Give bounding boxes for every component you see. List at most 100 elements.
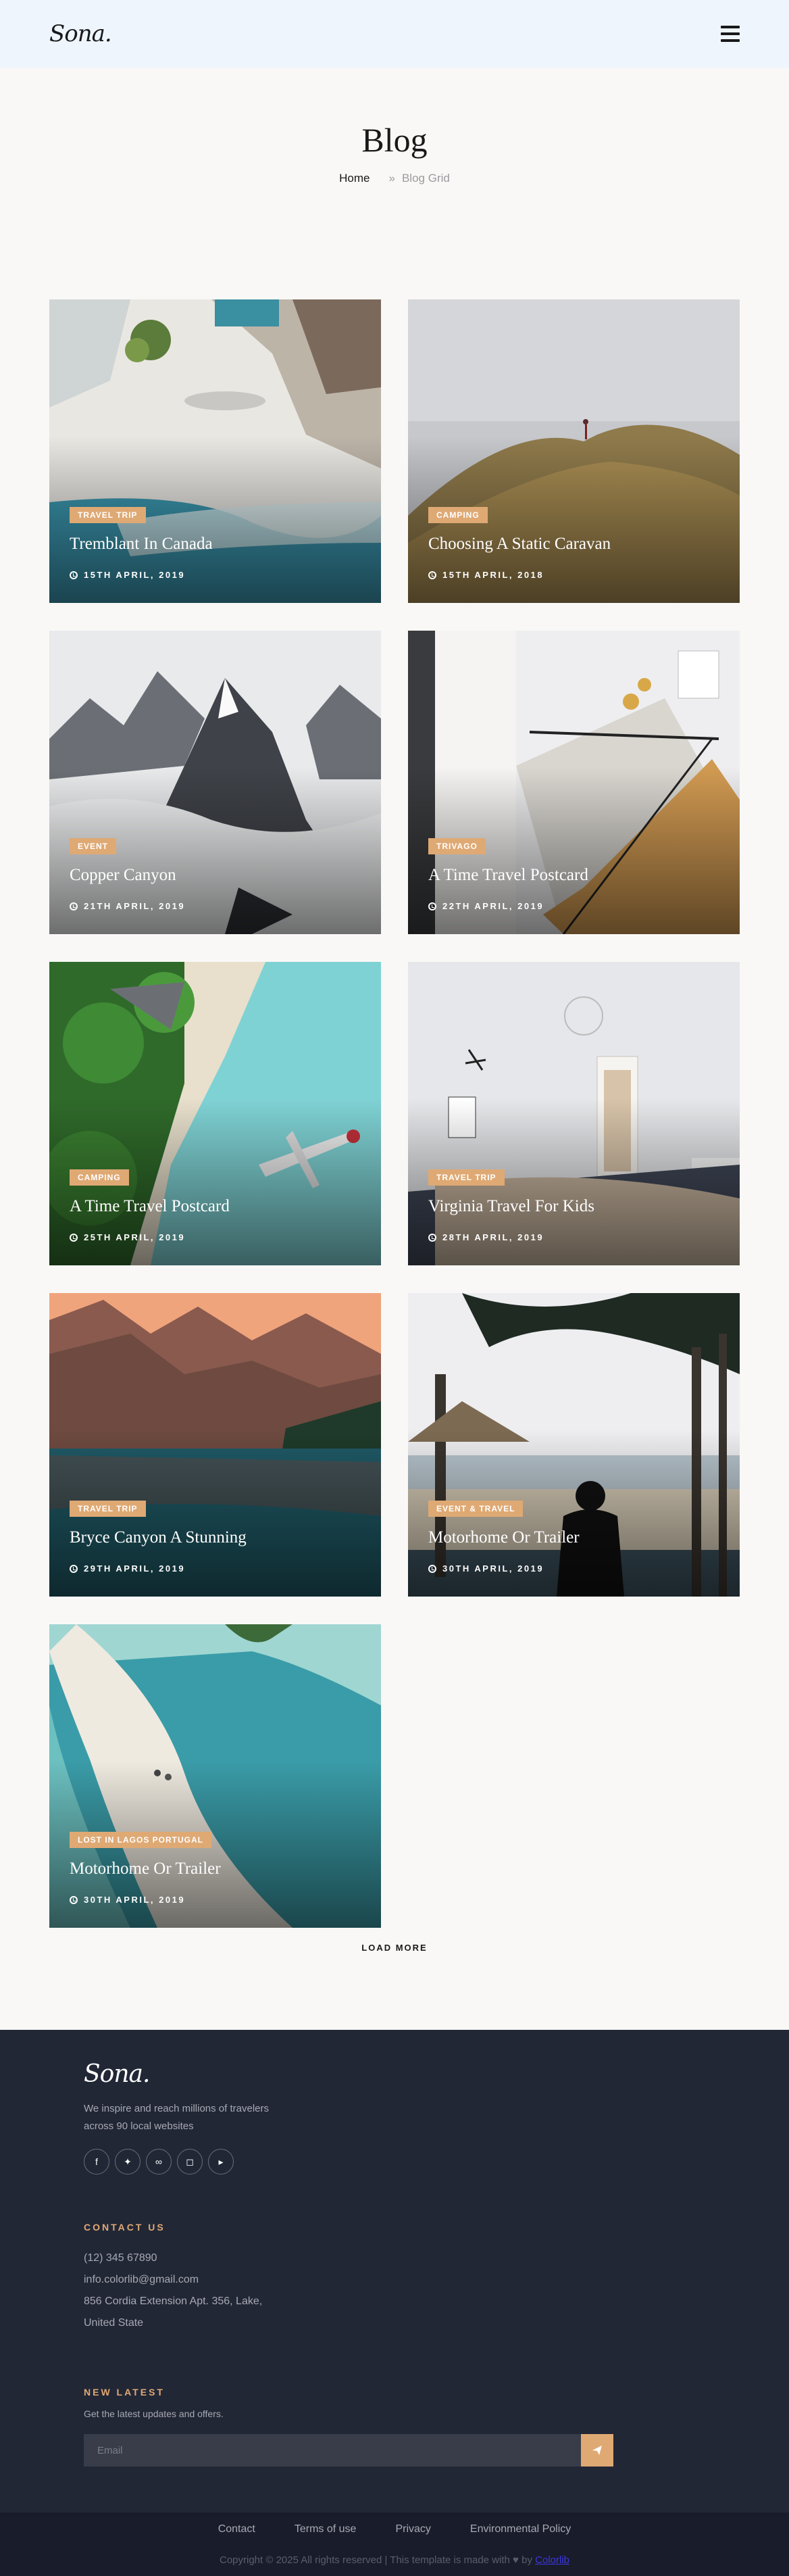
send-button[interactable]	[581, 2434, 613, 2466]
hamburger-icon[interactable]	[721, 26, 740, 42]
blog-card[interactable]: Lost In Lagos Portugal Motorhome Or Trai…	[49, 1624, 381, 1928]
post-date: 22th April, 2019	[428, 901, 544, 911]
clock-icon	[428, 902, 436, 910]
breadcrumb: Home » Blog Grid	[0, 172, 789, 185]
footer-link-contact[interactable]: Contact	[218, 2523, 255, 2535]
post-tag[interactable]: Travel Trip	[70, 507, 146, 523]
post-tag[interactable]: Camping	[428, 507, 488, 523]
post-date: 21th April, 2019	[70, 901, 185, 911]
heart-icon: ♥	[513, 2554, 519, 2566]
blog-card[interactable]: Travel Trip Virginia Travel For Kids 28t…	[408, 962, 740, 1265]
copyright-text: Copyright © 2025 All rights reserved | T…	[220, 2554, 510, 2566]
blog-card[interactable]: Event Copper Canyon 21th April, 2019	[49, 631, 381, 934]
clock-icon	[70, 1895, 78, 1904]
clock-icon	[70, 1233, 78, 1242]
post-date-text: 15th April, 2018	[442, 570, 544, 580]
paper-plane-icon	[592, 2446, 602, 2455]
card-overlay	[408, 1293, 740, 1597]
post-date: 15th April, 2018	[428, 570, 544, 580]
clock-icon	[70, 1564, 78, 1573]
post-title[interactable]: A Time Travel Postcard	[428, 866, 588, 885]
post-tag[interactable]: Event	[70, 838, 117, 854]
copyright-by: by	[521, 2554, 532, 2566]
breadcrumb-current: Blog Grid	[401, 172, 450, 185]
hamburger-bar	[721, 39, 740, 42]
footer-link-privacy[interactable]: Privacy	[395, 2523, 430, 2535]
blog-card[interactable]: Travel Trip Tremblant In Canada 15th Apr…	[49, 299, 381, 603]
post-tag[interactable]: Travel Trip	[70, 1501, 146, 1517]
facebook-icon[interactable]: f	[84, 2149, 109, 2174]
post-date: 15th April, 2019	[70, 570, 185, 580]
newsletter-text: Get the latest updates and offers.	[84, 2408, 224, 2419]
newsletter-form	[84, 2434, 613, 2466]
card-overlay	[49, 1293, 381, 1597]
contact-address-line2: United State	[84, 2317, 144, 2329]
clock-icon	[70, 902, 78, 910]
post-tag[interactable]: Trivago	[428, 838, 486, 854]
clock-icon	[428, 1564, 436, 1573]
post-tag[interactable]: Lost In Lagos Portugal	[70, 1832, 211, 1848]
post-title[interactable]: Tremblant In Canada	[70, 535, 213, 554]
post-date: 30th April, 2019	[70, 1895, 185, 1905]
site-logo[interactable]: Sona.	[49, 20, 112, 47]
footer-bottom: Contact Terms of use Privacy Environment…	[0, 2512, 789, 2576]
breadcrumb-home-link[interactable]: Home	[339, 172, 370, 185]
card-overlay	[49, 962, 381, 1265]
footer-link-environmental[interactable]: Environmental Policy	[470, 2523, 571, 2535]
contact-phone[interactable]: (12) 345 67890	[84, 2247, 789, 2269]
blog-card[interactable]: Travel Trip Bryce Canyon A Stunning 29th…	[49, 1293, 381, 1597]
contact-email[interactable]: info.colorlib@gmail.com	[84, 2269, 789, 2291]
page-title: Blog	[361, 121, 428, 159]
post-date: 28th April, 2019	[428, 1232, 544, 1242]
card-overlay	[408, 299, 740, 603]
instagram-icon[interactable]: ◻	[177, 2149, 203, 2174]
blog-card[interactable]: Camping A Time Travel Postcard 25th Apri…	[49, 962, 381, 1265]
hamburger-bar	[721, 26, 740, 28]
post-title[interactable]: Copper Canyon	[70, 866, 176, 885]
post-date-text: 22th April, 2019	[442, 901, 544, 911]
post-title[interactable]: Motorhome Or Trailer	[428, 1528, 580, 1547]
post-title[interactable]: Motorhome Or Trailer	[70, 1860, 221, 1878]
breadcrumb-separator: »	[388, 172, 395, 185]
post-date-text: 30th April, 2019	[442, 1563, 544, 1574]
post-date-text: 29th April, 2019	[84, 1563, 186, 1574]
youtube-icon[interactable]: ▸	[208, 2149, 234, 2174]
post-title[interactable]: Virginia Travel For Kids	[428, 1197, 594, 1216]
post-title[interactable]: Choosing A Static Caravan	[428, 535, 611, 554]
footer-link-terms[interactable]: Terms of use	[295, 2523, 357, 2535]
blog-card[interactable]: Camping Choosing A Static Caravan 15th A…	[408, 299, 740, 603]
post-tag[interactable]: Camping	[70, 1169, 129, 1186]
footer-logo[interactable]: Sona.	[84, 2060, 789, 2088]
copyright: Copyright © 2025 All rights reserved | T…	[0, 2554, 789, 2566]
site-footer: Sona. We inspire and reach millions of t…	[0, 2030, 789, 2512]
footer-about: We inspire and reach millions of travele…	[84, 2103, 270, 2132]
twitter-icon[interactable]: ✦	[115, 2149, 141, 2174]
post-date-text: 28th April, 2019	[442, 1232, 544, 1242]
post-date: 25th April, 2019	[70, 1232, 185, 1242]
blog-card[interactable]: Trivago A Time Travel Postcard 22th Apri…	[408, 631, 740, 934]
contact-heading: CONTACT US	[84, 2222, 166, 2233]
footer-links: Contact Terms of use Privacy Environment…	[0, 2523, 789, 2535]
blog-card[interactable]: Event & Travel Motorhome Or Trailer 30th…	[408, 1293, 740, 1597]
post-date: 30th April, 2019	[428, 1563, 544, 1574]
post-title[interactable]: A Time Travel Postcard	[70, 1197, 230, 1216]
colorlib-link[interactable]: Colorlib	[535, 2554, 569, 2566]
card-overlay	[408, 962, 740, 1265]
clock-icon	[428, 570, 436, 579]
contact-info: (12) 345 67890 info.colorlib@gmail.com 8…	[84, 2247, 789, 2334]
tripadvisor-icon[interactable]: ∞	[146, 2149, 172, 2174]
load-more-button[interactable]: LOAD MORE	[361, 1943, 427, 1953]
contact-address-line1: 856 Cordia Extension Apt. 356, Lake,	[84, 2295, 263, 2307]
post-date-text: 21th April, 2019	[84, 901, 186, 911]
blog-grid: Travel Trip Tremblant In Canada 15th Apr…	[0, 299, 789, 1928]
post-date-text: 15th April, 2019	[84, 570, 186, 580]
site-header: Sona.	[0, 0, 789, 68]
post-tag[interactable]: Travel Trip	[428, 1169, 505, 1186]
social-links: f ✦ ∞ ◻ ▸	[84, 2149, 789, 2174]
card-overlay	[49, 299, 381, 603]
post-tag[interactable]: Event & Travel	[428, 1501, 524, 1517]
post-title[interactable]: Bryce Canyon A Stunning	[70, 1528, 247, 1547]
email-input[interactable]	[84, 2434, 581, 2466]
clock-icon	[70, 570, 78, 579]
card-overlay	[408, 631, 740, 934]
